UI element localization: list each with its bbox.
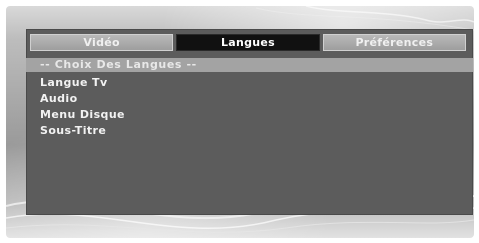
settings-panel: Vidéo Langues Préférences -- Choix Des L… [26, 29, 473, 215]
menu-item-menu-disque[interactable]: Menu Disque [40, 107, 125, 123]
tab-preferences[interactable]: Préférences [322, 34, 466, 51]
tab-bar: Vidéo Langues Préférences [30, 34, 466, 51]
tab-langues[interactable]: Langues [176, 34, 320, 51]
language-menu: Langue Tv Audio Menu Disque Sous-Titre [40, 75, 125, 139]
menu-item-sous-titre[interactable]: Sous-Titre [40, 123, 125, 139]
tab-video[interactable]: Vidéo [30, 34, 174, 51]
menu-item-audio[interactable]: Audio [40, 91, 125, 107]
section-header-choix-des-langues: -- Choix Des Langues -- [26, 58, 473, 72]
tv-screen: Vidéo Langues Préférences -- Choix Des L… [6, 6, 474, 238]
menu-item-langue-tv[interactable]: Langue Tv [40, 75, 125, 91]
